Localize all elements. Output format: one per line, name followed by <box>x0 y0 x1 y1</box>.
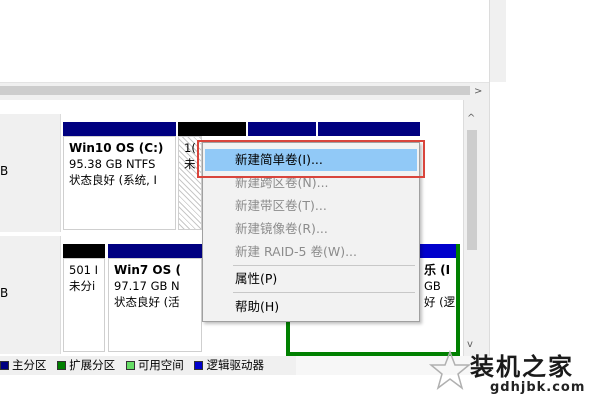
legend-free-label: 可用空间 <box>137 358 184 372</box>
disk1-unallocated-size: 501 I <box>69 263 98 277</box>
frame-right-edge <box>480 100 489 356</box>
logical-drive-bar <box>420 244 456 258</box>
partition-win7-bar <box>108 244 202 258</box>
partition-bar-3 <box>248 122 316 136</box>
partition-selected-size: 1( <box>184 141 196 155</box>
extended-partition-edge-right <box>456 244 460 356</box>
legend-extended-swatch <box>57 361 67 370</box>
scroll-up-arrow-icon[interactable]: ^ <box>467 114 475 124</box>
partition-selected-status: 未 <box>184 157 196 171</box>
menu-help[interactable]: 帮助(H) <box>205 296 417 318</box>
right-margin <box>506 0 600 402</box>
legend-primary-swatch <box>0 361 9 370</box>
partition-win10-size: 95.38 GB NTFS <box>69 157 156 171</box>
watermark-star-icon <box>428 349 472 390</box>
partition-win7-size: 97.17 GB N <box>114 279 180 293</box>
watermark-url: gdhjbk.com <box>490 380 586 395</box>
partition-win7[interactable]: Win7 OS ( 97.17 GB N 状态良好 (活 <box>108 258 202 352</box>
logical-drive-name: 乐 (I <box>424 263 451 277</box>
disk1-unallocated-status: 未分i <box>69 279 96 293</box>
legend-extended: 扩展分区 <box>57 356 115 375</box>
logical-drive-status: 好 (逻 <box>424 295 456 309</box>
disk1-unallocated-bar <box>63 244 105 258</box>
menu-properties[interactable]: 属性(P) <box>205 268 417 290</box>
window-border <box>489 0 490 375</box>
disk-view-scroll-thumb[interactable] <box>467 130 477 250</box>
scroll-right-arrow-icon[interactable]: > <box>474 87 482 97</box>
highlight-callout-box <box>197 140 425 178</box>
partition-win10-c[interactable]: Win10 OS (C:) 95.38 GB NTFS 状态良好 (系统, I <box>63 136 176 230</box>
disk-0-label-text: B <box>0 164 9 178</box>
partition-bar-4 <box>318 122 420 136</box>
horizontal-scroll-thumb[interactable] <box>0 86 470 95</box>
disk-1-label[interactable]: B <box>0 236 61 354</box>
partition-legend: 主分区 扩展分区 可用空间 逻辑驱动器 <box>0 356 296 375</box>
legend-primary: 主分区 <box>0 356 47 375</box>
partition-c-bar <box>63 122 176 136</box>
legend-free-swatch <box>125 361 135 370</box>
partition-win10-name: Win10 OS (C:) <box>69 141 164 155</box>
legend-primary-label: 主分区 <box>12 358 47 372</box>
partition-win7-status: 状态良好 (活 <box>114 295 180 309</box>
extended-partition-edge-left <box>286 322 290 356</box>
disk-1-label-text: B <box>0 286 9 300</box>
legend-logical-label: 逻辑驱动器 <box>206 358 264 372</box>
volume-list-area <box>0 0 489 82</box>
menu-new-mirrored-volume[interactable]: 新建镜像卷(R)... <box>205 218 417 240</box>
menu-separator-1 <box>233 265 415 266</box>
logical-drive-size: GB <box>424 279 441 293</box>
legend-free: 可用空间 <box>125 356 184 375</box>
logical-drive[interactable]: 乐 (I GB 好 (逻 <box>420 258 456 348</box>
disk1-unallocated[interactable]: 501 I 未分i <box>63 258 105 352</box>
menu-new-raid5-volume[interactable]: 新建 RAID-5 卷(W)... <box>205 241 417 263</box>
watermark-title: 装机之家 <box>470 353 574 381</box>
volume-list-vscroll[interactable] <box>489 0 507 82</box>
disk-0-label[interactable]: B <box>0 114 61 232</box>
legend-extended-label: 扩展分区 <box>69 358 116 372</box>
unallocated-bar <box>178 122 246 136</box>
partition-win10-status: 状态良好 (系统, I <box>69 173 157 187</box>
legend-logical-swatch <box>194 361 204 370</box>
partition-win7-name: Win7 OS ( <box>114 263 181 277</box>
legend-logical: 逻辑驱动器 <box>194 356 264 375</box>
menu-separator-2 <box>233 292 415 293</box>
menu-new-striped-volume[interactable]: 新建带区卷(T)... <box>205 195 417 217</box>
